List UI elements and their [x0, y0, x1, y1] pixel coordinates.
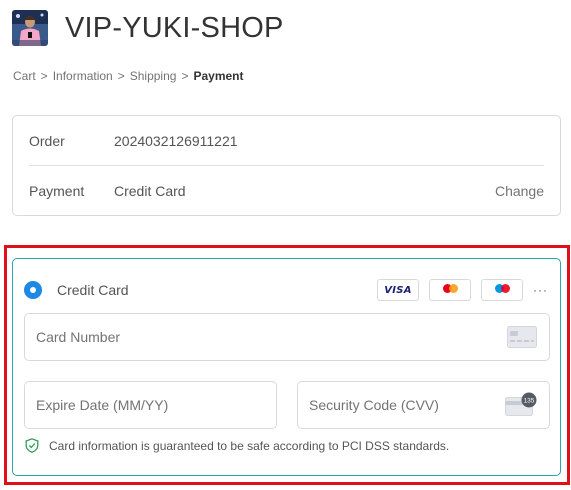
breadcrumb-payment: Payment: [193, 69, 244, 83]
security-note-text: Card information is guaranteed to be saf…: [49, 438, 450, 453]
maestro-icon: [481, 279, 523, 301]
security-code-field[interactable]: Security Code (CVV) 135: [297, 381, 550, 429]
card-brands: VISA ···: [367, 279, 548, 301]
mastercard-icon: [429, 279, 471, 301]
payment-value: Credit Card: [114, 183, 186, 199]
security-code-placeholder: Security Code (CVV): [309, 397, 439, 413]
more-cards-icon[interactable]: ···: [533, 283, 548, 297]
breadcrumb: Cart > Information > Shipping > Payment: [13, 69, 244, 83]
breadcrumb-information[interactable]: Information: [53, 69, 113, 83]
order-row: Order 2024032126911221: [29, 116, 544, 166]
shop-logo[interactable]: [12, 10, 48, 46]
order-summary: Order 2024032126911221 Payment Credit Ca…: [12, 115, 561, 216]
expiry-date-placeholder: Expire Date (MM/YY): [36, 397, 169, 413]
cvv-icon-text: 135: [524, 398, 535, 405]
visa-icon: VISA: [377, 279, 419, 301]
breadcrumb-separator: >: [181, 69, 189, 83]
change-link[interactable]: Change: [495, 183, 544, 199]
expiry-date-field[interactable]: Expire Date (MM/YY): [24, 381, 277, 429]
shield-check-icon: [25, 438, 39, 453]
shop-name: VIP-YUKI-SHOP: [65, 11, 284, 44]
breadcrumb-separator: >: [117, 69, 125, 83]
breadcrumb-shipping[interactable]: Shipping: [130, 69, 177, 83]
breadcrumb-separator: >: [40, 69, 48, 83]
card-number-placeholder: Card Number: [36, 329, 121, 345]
credit-card-icon: [507, 326, 537, 348]
security-note: Card information is guaranteed to be saf…: [25, 438, 449, 453]
payment-method-header: Credit Card VISA ···: [24, 279, 548, 301]
cvv-card-icon: 135: [505, 392, 537, 418]
order-label: Order: [29, 132, 65, 149]
breadcrumb-cart[interactable]: Cart: [13, 69, 36, 83]
credit-card-radio[interactable]: [24, 281, 42, 299]
payment-row: Payment Credit Card Change: [29, 166, 544, 216]
shop-header: VIP-YUKI-SHOP: [12, 8, 284, 48]
card-number-field[interactable]: Card Number: [24, 313, 550, 361]
payment-method-label: Credit Card: [57, 282, 129, 298]
order-number: 2024032126911221: [114, 132, 238, 149]
payment-label: Payment: [29, 183, 85, 199]
